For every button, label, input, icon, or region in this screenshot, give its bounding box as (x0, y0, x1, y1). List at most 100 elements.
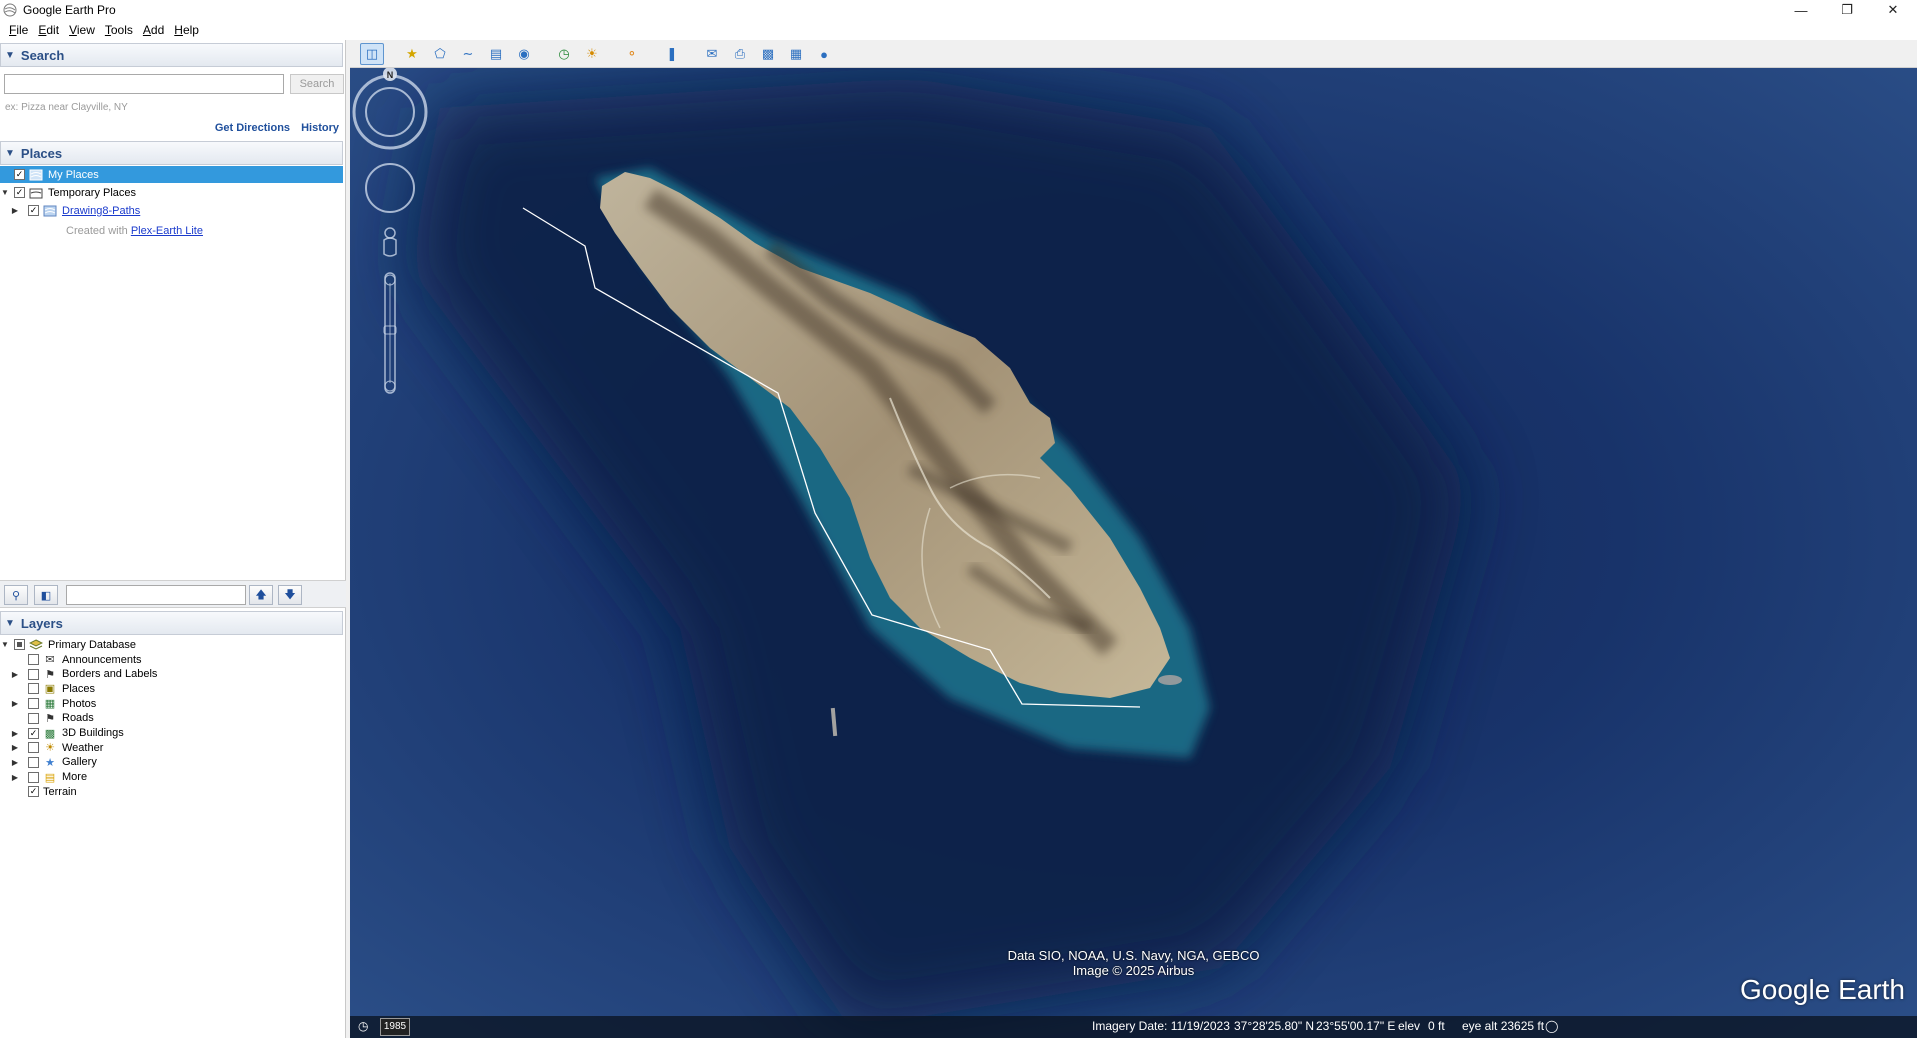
save-image-button[interactable]: ▩ (756, 43, 780, 65)
planet-icon: ⚬ (626, 46, 638, 61)
navigation-controls[interactable]: N (350, 68, 430, 428)
move-up-button[interactable]: 🡅 (249, 585, 273, 605)
menu-edit[interactable]: Edit (33, 23, 64, 37)
tree-item-temporary-places[interactable]: ▼ ✓ Temporary Places (0, 184, 136, 201)
historical-imagery-button[interactable]: ◷ (552, 43, 576, 65)
sidebar-toggle-button[interactable]: ◫ (360, 43, 384, 65)
expand-arrow-icon[interactable]: ▶ (10, 206, 20, 215)
layer-item-terrain[interactable]: ✓ Terrain (10, 783, 77, 800)
arrow-down-icon: 🡇 (284, 588, 296, 601)
loading-status-icon: ◯ (1545, 1019, 1559, 1033)
minimize-button[interactable]: — (1779, 0, 1823, 20)
expand-arrow-icon[interactable]: ▶ (10, 729, 20, 738)
checkbox[interactable] (28, 771, 39, 783)
path-network-icon (43, 204, 57, 218)
google-earth-logo: Google Earth (1740, 974, 1905, 1005)
plex-earth-link[interactable]: Plex-Earth Lite (131, 225, 203, 237)
collapse-arrow-icon[interactable]: ▼ (0, 640, 10, 649)
expand-arrow-icon[interactable]: ▶ (10, 699, 20, 708)
record-tour-button[interactable]: ◉ (512, 43, 536, 65)
movie-maker-button[interactable]: ▦ (784, 43, 808, 65)
checkbox[interactable] (28, 698, 39, 710)
places-filter-input[interactable] (66, 585, 246, 605)
tree-item-my-places[interactable]: ✓ My Places (0, 166, 343, 183)
close-button[interactable]: ✕ (1871, 0, 1915, 20)
search-panel-header[interactable]: ▼ Search (0, 43, 343, 67)
street-view-pegman-icon[interactable] (383, 227, 397, 257)
layer-label: Terrain (43, 785, 77, 798)
view-in-maps-button[interactable]: ● (812, 43, 836, 65)
menu-file[interactable]: File (4, 23, 33, 37)
checkbox[interactable] (28, 756, 39, 768)
switch-planet-button[interactable]: ⚬ (620, 43, 644, 65)
look-joystick[interactable] (365, 163, 415, 213)
compass-north-label: N (387, 70, 394, 80)
search-button[interactable]: Search (290, 74, 344, 94)
sidebar-icon: ◫ (365, 46, 379, 61)
expand-arrow-icon[interactable]: ▶ (10, 758, 20, 767)
status-bar: ◷ 1985 Imagery Date: 11/19/2023 37°28'25… (350, 1016, 1917, 1038)
checkbox[interactable] (28, 683, 39, 695)
checkbox[interactable] (28, 742, 39, 754)
add-overlay-button[interactable]: ▤ (484, 43, 508, 65)
expand-arrow-icon[interactable]: ▶ (10, 773, 20, 782)
checkbox[interactable]: ✓ (28, 205, 39, 216)
expand-arrow-icon[interactable]: ▶ (10, 670, 20, 679)
historical-imagery-icon[interactable]: ◷ (358, 1019, 368, 1033)
sunlight-button[interactable]: ☀ (580, 43, 604, 65)
checkbox-partial[interactable] (14, 639, 25, 650)
movie-icon: ▦ (789, 46, 803, 61)
collapse-arrow-icon[interactable]: ▼ (0, 188, 10, 197)
restore-button[interactable]: ❐ (1825, 0, 1869, 20)
layers-panel-header[interactable]: ▼ Layers (0, 611, 343, 635)
layers-stack-icon (29, 638, 43, 652)
checkbox[interactable]: ✓ (28, 727, 39, 739)
zoom-slider[interactable] (383, 272, 397, 394)
layer-label: Announcements (62, 653, 142, 666)
search-hint: ex: Pizza near Clayville, NY (5, 102, 128, 113)
satellite-imagery (350, 68, 1917, 1038)
places-panel-header[interactable]: ▼ Places (0, 141, 343, 165)
panel-toggle-button[interactable]: ◧ (34, 585, 58, 605)
globe-folder-icon (29, 168, 43, 182)
road-sign-icon: ⚑ (45, 712, 55, 725)
layer-label: Gallery (62, 756, 97, 769)
imagery-year-badge[interactable]: 1985 (380, 1018, 410, 1036)
checkbox[interactable] (28, 668, 39, 680)
print-button[interactable]: ⎙ (728, 43, 752, 65)
window-title: Google Earth Pro (23, 3, 116, 17)
envelope-icon: ✉ (45, 654, 55, 666)
checkbox[interactable]: ✓ (14, 187, 25, 198)
history-link[interactable]: History (301, 122, 339, 134)
tree-item-drawing[interactable]: ▶ ✓ Drawing8-Paths (10, 202, 140, 219)
sun-landscape-icon: ☀ (586, 46, 598, 61)
places-toolbar: ⚲ ◧ 🡅 🡇 (0, 580, 346, 608)
checkbox[interactable] (28, 712, 39, 724)
email-button[interactable]: ✉ (700, 43, 724, 65)
ruler-button[interactable]: ❚ (660, 43, 684, 65)
menu-add[interactable]: Add (138, 23, 169, 37)
add-path-button[interactable]: ∼ (456, 43, 480, 65)
menu-help[interactable]: Help (169, 23, 204, 37)
search-places-button[interactable]: ⚲ (4, 585, 28, 605)
checkbox[interactable] (28, 654, 39, 665)
search-links: Get Directions History (207, 122, 339, 134)
menu-tools[interactable]: Tools (100, 23, 138, 37)
layer-label: Roads (62, 712, 94, 725)
search-input[interactable] (4, 74, 284, 94)
move-down-button[interactable]: 🡇 (278, 585, 302, 605)
sidebar: ▼ Search Search ex: Pizza near Clayville… (0, 40, 346, 1038)
folder-note-icon: ▤ (44, 771, 56, 784)
checkbox[interactable]: ✓ (14, 169, 25, 180)
add-placemark-button[interactable]: ★ (400, 43, 424, 65)
checkbox[interactable]: ✓ (28, 786, 39, 798)
menu-view[interactable]: View (64, 23, 100, 37)
map-view[interactable]: Data SIO, NOAA, U.S. Navy, NGA, GEBCO Im… (350, 68, 1917, 1038)
drawing-link[interactable]: Drawing8-Paths (62, 205, 140, 217)
get-directions-link[interactable]: Get Directions (215, 122, 290, 134)
expand-arrow-icon[interactable]: ▶ (10, 743, 20, 752)
layer-label: Weather (62, 741, 104, 754)
add-polygon-button[interactable]: ⬠ (428, 43, 452, 65)
building-icon: ▩ (44, 727, 56, 740)
compass-ring[interactable]: N (352, 68, 428, 150)
